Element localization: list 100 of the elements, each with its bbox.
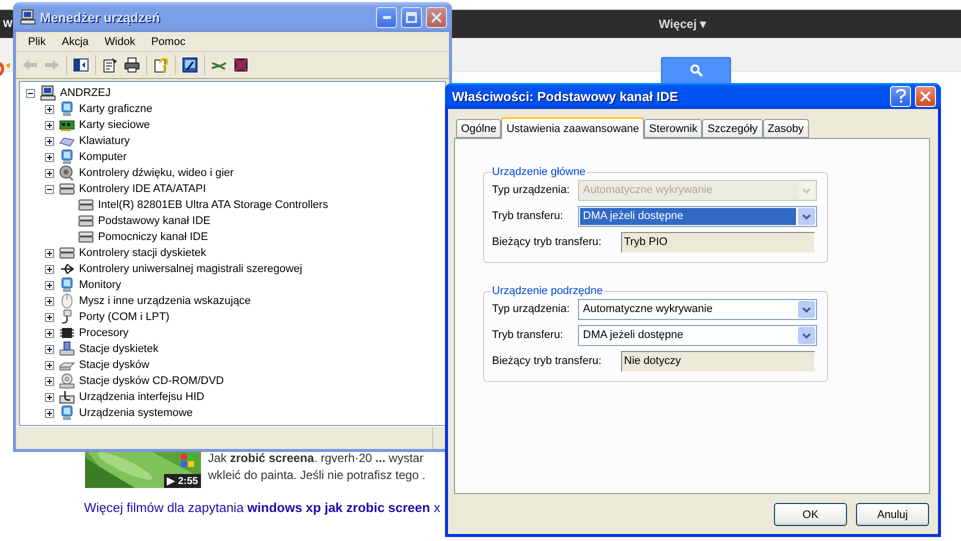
tree-item[interactable]: Kontrolery IDE ATA/ATAPI — [78, 183, 207, 195]
cancel-button[interactable]: Anuluj — [856, 503, 929, 526]
tree-item[interactable]: Kontrolery stacji dyskietek — [78, 247, 208, 259]
ok-button[interactable]: OK — [774, 503, 847, 526]
dropdown-value: Automatyczne wykrywanie — [582, 182, 714, 198]
menu-item[interactable]: Pomoc — [143, 36, 194, 48]
tree-item[interactable]: Karty graficzne — [78, 103, 154, 115]
help-button[interactable] — [890, 86, 911, 106]
expand-icon[interactable] — [45, 408, 54, 418]
dropdown[interactable]: DMA jeżeli dostępne — [578, 206, 817, 226]
window-title: Menedżer urządzeń — [40, 10, 161, 24]
tree-item[interactable]: Procesory — [78, 327, 130, 339]
tree-item[interactable]: Intel(R) 82801EB Ultra ATA Storage Controllers — [97, 199, 330, 211]
expand-icon[interactable] — [45, 280, 54, 290]
search-icon — [690, 64, 702, 77]
drive-controller-icon — [59, 181, 75, 197]
speaker-icon — [59, 165, 75, 181]
expand-icon[interactable] — [45, 120, 54, 130]
group-title: Urządzenie główne — [491, 166, 587, 178]
nav-link[interactable]: W — [3, 18, 12, 30]
expand-icon[interactable] — [45, 248, 54, 258]
printer-icon[interactable] — [124, 57, 140, 73]
monitor-icon — [59, 277, 75, 293]
tree-item[interactable]: Podstawowy kanał IDE — [97, 215, 212, 227]
more-videos-link[interactable]: Więcej filmów dla zapytania windows xp jak zrobic screen x — [84, 500, 440, 515]
tree-item[interactable]: Klawiatury — [78, 135, 131, 147]
tab[interactable]: Ustawienia zaawansowane — [501, 117, 644, 139]
minimize-icon — [382, 16, 390, 18]
mouse-icon — [59, 293, 75, 309]
tab[interactable]: Sterownik — [644, 119, 702, 138]
expand-icon[interactable] — [45, 328, 54, 338]
expand-icon[interactable] — [45, 360, 54, 370]
tree-item[interactable]: Kontrolery dźwięku, wideo i gier — [78, 167, 235, 179]
dialog-title: Właściwości: Podstawowy kanał IDE — [452, 88, 680, 104]
expand-icon[interactable] — [45, 136, 54, 146]
help-icon[interactable] — [153, 57, 169, 73]
field-label: Bieżący tryb transferu: — [492, 355, 602, 367]
expand-icon[interactable] — [45, 152, 54, 162]
computer-icon — [20, 9, 36, 25]
expand-icon[interactable] — [45, 168, 54, 178]
tab[interactable]: Ogólne — [456, 119, 502, 138]
more-menu[interactable]: Więcej ▾ — [658, 17, 706, 31]
expand-icon[interactable] — [45, 104, 54, 114]
expand-icon[interactable] — [45, 264, 54, 274]
tree-item[interactable]: Karty sieciowe — [78, 119, 151, 131]
result-snippet: wkleić do painta. Jeśli nie potrafisz tego . — [208, 468, 426, 483]
tree-item[interactable]: Kontrolery uniwersalnej magistrali szeregowej — [78, 263, 304, 275]
uninstall-icon[interactable] — [233, 57, 249, 73]
dropdown-value: DMA jeżeli dostępne — [580, 208, 796, 224]
monitor-icon — [59, 405, 75, 421]
minimize-button[interactable] — [376, 6, 397, 28]
dropdown[interactable]: Automatyczne wykrywanie — [578, 298, 817, 320]
tree-item[interactable]: Monitory — [78, 279, 122, 291]
close-icon — [431, 12, 442, 22]
field-label: Tryb transferu: — [492, 329, 564, 341]
tab[interactable]: Zasoby — [762, 119, 809, 138]
result-snippet: Jak zrobić screena. rgverh·20 ... wystar — [208, 451, 424, 466]
expand-icon[interactable] — [45, 376, 54, 386]
help-icon — [896, 89, 906, 103]
collapse-icon[interactable] — [45, 184, 54, 194]
dropdown-value: Automatyczne wykrywanie — [582, 302, 714, 316]
drive-controller-icon — [59, 245, 75, 261]
maximize-button[interactable] — [401, 6, 422, 28]
menu-item[interactable]: Plik — [20, 36, 54, 48]
readonly-field: Nie dotyczy — [621, 350, 815, 372]
properties-icon[interactable] — [102, 57, 118, 73]
tree-item[interactable]: ANDRZEJ — [59, 87, 112, 99]
panel-icon[interactable] — [73, 57, 89, 73]
dropdown[interactable]: DMA jeżeli dostępne — [578, 324, 817, 346]
field-label: Typ urządzenia: — [492, 184, 571, 196]
menu-item[interactable]: Widok — [96, 36, 144, 48]
close-button[interactable] — [915, 86, 936, 106]
expand-icon[interactable] — [45, 344, 54, 354]
tab[interactable]: Szczegóły — [702, 119, 763, 138]
logo-icon — [0, 60, 10, 78]
collapse-icon[interactable] — [26, 88, 35, 98]
expand-icon[interactable] — [45, 296, 54, 306]
menu-item[interactable]: Akcja — [54, 36, 97, 48]
tree-item[interactable]: Stacje dyskietek — [78, 343, 160, 355]
close-icon — [920, 90, 931, 102]
tree-item[interactable]: Porty (COM i LPT) — [78, 311, 170, 323]
tree-item[interactable]: Mysz i inne urządzenia wskazujące — [78, 295, 252, 307]
cd-drive-icon — [59, 373, 75, 389]
close-button[interactable] — [426, 6, 447, 28]
monitor-icon — [59, 149, 75, 165]
tree-item[interactable]: Stacje dysków — [78, 359, 150, 371]
scan-hardware-icon[interactable] — [182, 57, 198, 73]
expand-icon[interactable] — [45, 312, 54, 322]
video-duration: ▶ 2:55 — [164, 474, 201, 488]
tree-item[interactable]: Komputer — [78, 151, 128, 163]
drive-controller-icon — [78, 213, 94, 229]
tree-item[interactable]: Pomocniczy kanał IDE — [97, 231, 210, 243]
field-label: Tryb transferu: — [492, 210, 564, 222]
tree-item[interactable]: Stacje dysków CD-ROM/DVD — [78, 375, 225, 387]
search-button[interactable] — [661, 57, 731, 84]
group-title: Urządzenie podrzędne — [491, 285, 604, 297]
tree-item[interactable]: Urządzenia interfejsu HID — [78, 391, 206, 403]
tree-item[interactable]: Urządzenia systemowe — [78, 407, 194, 419]
expand-icon[interactable] — [45, 392, 54, 402]
field-label: Bieżący tryb transferu: — [492, 236, 602, 248]
